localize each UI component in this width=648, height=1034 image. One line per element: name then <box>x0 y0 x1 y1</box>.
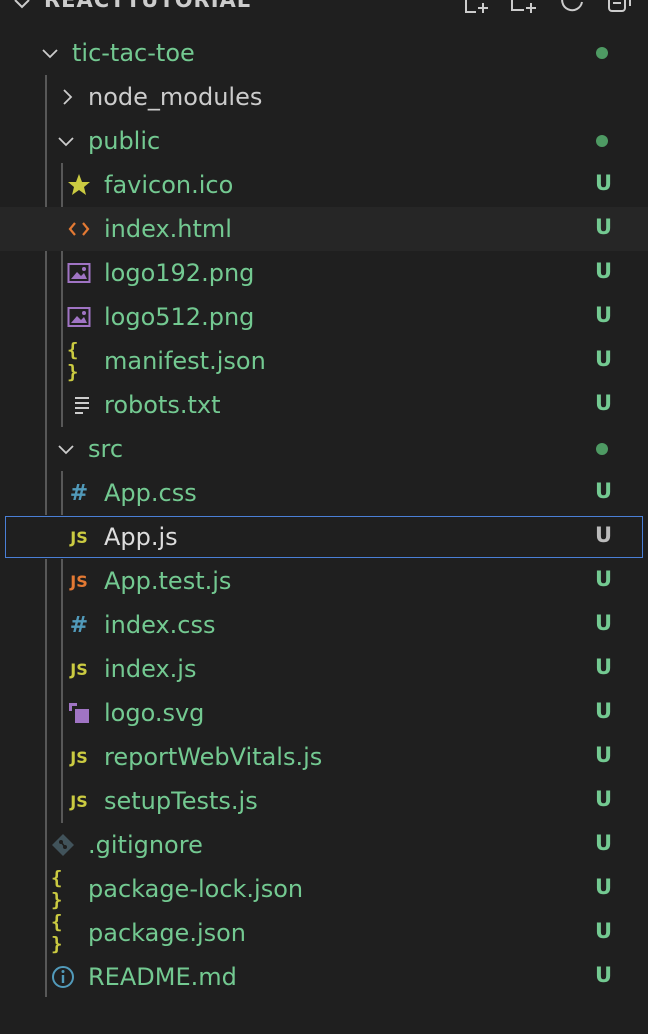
tree-file-readme-md[interactable]: README.md U <box>0 955 648 999</box>
chevron-down-icon[interactable] <box>56 131 76 151</box>
tree-file-app-js[interactable]: JS App.js U <box>4 515 644 559</box>
tree-file-gitignore[interactable]: .gitignore U <box>0 823 648 867</box>
git-status-untracked: U <box>595 479 613 503</box>
tree-file-favicon-ico[interactable]: favicon.ico U <box>0 163 648 207</box>
tree-folder-src[interactable]: src <box>0 427 648 471</box>
chevron-right-icon[interactable] <box>57 87 77 107</box>
git-status-untracked: U <box>595 875 613 899</box>
status-dot <box>596 135 608 147</box>
css-icon: # <box>69 480 89 506</box>
tree-item-label: logo512.png <box>104 303 255 331</box>
file-tree: tic-tac-toe node_modules public favicon.… <box>0 31 648 999</box>
tree-item-label: index.html <box>104 215 232 243</box>
svg-icon <box>67 702 91 724</box>
refresh-icon[interactable] <box>558 0 586 14</box>
git-status-untracked: U <box>595 919 613 943</box>
star-icon <box>67 174 91 196</box>
tree-file-app-css[interactable]: # App.css U <box>0 471 648 515</box>
js-icon: JS <box>70 791 88 811</box>
tree-item-label: index.css <box>104 611 216 639</box>
git-status-untracked: U <box>595 699 613 723</box>
tree-item-label: manifest.json <box>104 347 266 375</box>
new-file-icon[interactable] <box>462 0 490 14</box>
tree-item-label: App.js <box>104 523 178 551</box>
tree-file-index-js[interactable]: JS index.js U <box>0 647 648 691</box>
git-status-untracked: U <box>595 611 613 635</box>
js-icon: JS <box>70 747 88 767</box>
tree-item-label: App.test.js <box>104 567 232 595</box>
tree-folder-tic-tac-toe[interactable]: tic-tac-toe <box>0 31 648 75</box>
tree-file-logo512-png[interactable]: logo512.png U <box>0 295 648 339</box>
git-status-untracked: U <box>595 171 613 195</box>
git-icon <box>51 834 75 856</box>
git-status-untracked: U <box>595 743 613 767</box>
tree-file-manifest-json[interactable]: { } manifest.json U <box>0 339 648 383</box>
tree-item-label: tic-tac-toe <box>72 39 195 67</box>
git-status-untracked: U <box>595 523 613 547</box>
tree-item-label: index.js <box>104 655 197 683</box>
json-icon: { } <box>51 867 63 911</box>
tree-item-label: logo192.png <box>104 259 255 287</box>
explorer-section-title: REACTTUTORIAL <box>44 0 252 12</box>
git-status-untracked: U <box>595 567 613 591</box>
tree-item-label: node_modules <box>88 83 263 111</box>
tree-item-label: public <box>88 127 161 155</box>
git-status-untracked: U <box>595 259 613 283</box>
git-status-untracked: U <box>595 391 613 415</box>
tree-folder-node-modules[interactable]: node_modules <box>0 75 648 119</box>
json-icon: { } <box>51 911 63 955</box>
tree-item-label: robots.txt <box>104 391 221 419</box>
status-dot <box>596 443 608 455</box>
tree-item-label: logo.svg <box>104 699 205 727</box>
git-status-untracked: U <box>595 963 613 987</box>
tree-item-label: package.json <box>88 919 247 947</box>
tree-file-setuptests-js[interactable]: JS setupTests.js U <box>0 779 648 823</box>
status-dot <box>596 47 608 59</box>
css-icon: # <box>69 612 89 638</box>
chevron-down-icon[interactable] <box>56 439 76 459</box>
chevron-down-icon[interactable] <box>12 0 32 14</box>
tree-item-label: package-lock.json <box>88 875 304 903</box>
tree-file-logo-svg[interactable]: logo.svg U <box>0 691 648 735</box>
tree-file-reportwebvitals-js[interactable]: JS reportWebVitals.js U <box>0 735 648 779</box>
tree-item-label: setupTests.js <box>104 787 258 815</box>
js-test-icon: JS <box>70 571 88 591</box>
image-icon <box>67 306 91 328</box>
tree-file-logo192-png[interactable]: logo192.png U <box>0 251 648 295</box>
git-status-untracked: U <box>595 215 613 239</box>
js-icon: JS <box>70 659 88 679</box>
tree-file-robots-txt[interactable]: robots.txt U <box>0 383 648 427</box>
text-file-icon <box>71 394 95 416</box>
tree-file-package-json[interactable]: { } package.json U <box>0 911 648 955</box>
git-status-untracked: U <box>595 655 613 679</box>
tree-file-index-css[interactable]: # index.css U <box>0 603 648 647</box>
git-status-untracked: U <box>595 303 613 327</box>
git-status-untracked: U <box>595 831 613 855</box>
tree-item-label: App.css <box>104 479 197 507</box>
tree-item-label: reportWebVitals.js <box>104 743 323 771</box>
tree-file-index-html[interactable]: index.html U <box>0 207 648 251</box>
explorer-section-header[interactable]: REACTTUTORIAL <box>0 0 648 22</box>
collapse-all-icon[interactable] <box>606 0 634 14</box>
image-icon <box>67 262 91 284</box>
tree-file-package-lock-json[interactable]: { } package-lock.json U <box>0 867 648 911</box>
chevron-down-icon[interactable] <box>40 43 60 63</box>
new-folder-icon[interactable] <box>510 0 538 14</box>
git-status-untracked: U <box>595 787 613 811</box>
tree-folder-public[interactable]: public <box>0 119 648 163</box>
info-icon <box>51 966 75 988</box>
html-icon <box>67 218 91 240</box>
tree-item-label: README.md <box>88 963 237 991</box>
js-icon: JS <box>70 527 88 547</box>
tree-item-label: src <box>88 435 124 463</box>
git-status-untracked: U <box>595 347 613 371</box>
json-icon: { } <box>67 339 79 383</box>
tree-item-label: favicon.ico <box>104 171 234 199</box>
tree-file-app-test-js[interactable]: JS App.test.js U <box>0 559 648 603</box>
tree-item-label: .gitignore <box>88 831 203 859</box>
